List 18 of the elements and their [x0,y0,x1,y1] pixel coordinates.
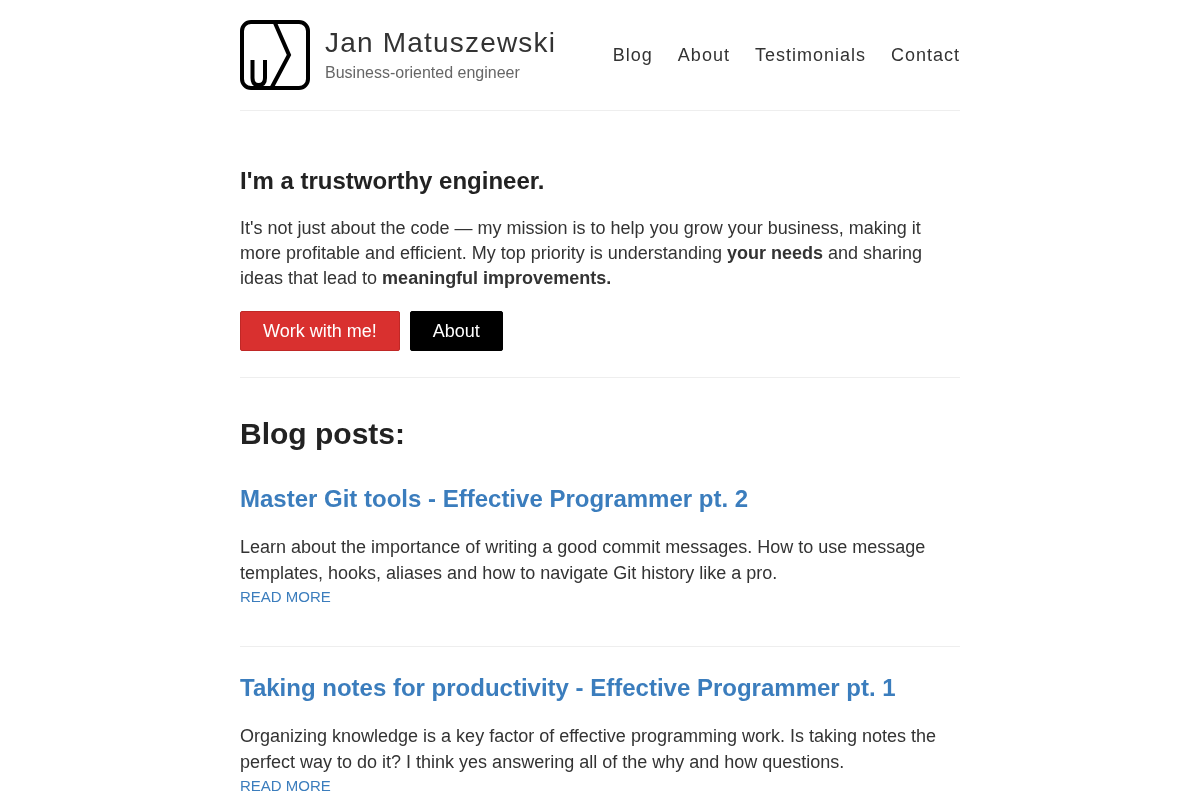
nav-link[interactable]: Blog [612,44,653,66]
logo-icon [240,20,310,90]
post-title-link[interactable]: Master Git tools - Effective Programmer pt. 2 [240,484,960,514]
hero-text: It's not just about the code — my mission is to help you grow your business, making it more profitable and efficient. My top priority is understanding your needs and sharing ideas that lead to meaningful improvements. [240,217,924,290]
read-more-link[interactable]: READ MORE [240,778,331,794]
site-tagline: Business-oriented engineer [325,63,521,83]
hero-heading: I'm a trustworthy engineer. [240,166,546,196]
work-with-me-button[interactable]: Work with me! [240,311,400,351]
site-name: Jan Matuszewski [325,27,557,59]
nav-link[interactable]: Contact [890,44,960,66]
nav-link[interactable]: About [677,44,730,66]
about-button[interactable]: About [409,311,503,351]
post-excerpt: Organizing knowledge is a key factor of effective programming work. Is taking notes the perfect way to do it? I think yes answering all of the why and how questions. [240,725,937,774]
post-excerpt: Learn about the importance of writing a good commit messages. How to use message templates, hooks, aliases and how to navigate Git history like a pro. [240,536,927,585]
blog-heading: Blog posts: [240,416,406,452]
nav-link[interactable]: Testimonials [754,44,866,66]
post-title-link[interactable]: Taking notes for productivity - Effective Programmer pt. 1 [240,673,960,703]
read-more-link[interactable]: READ MORE [240,589,331,605]
